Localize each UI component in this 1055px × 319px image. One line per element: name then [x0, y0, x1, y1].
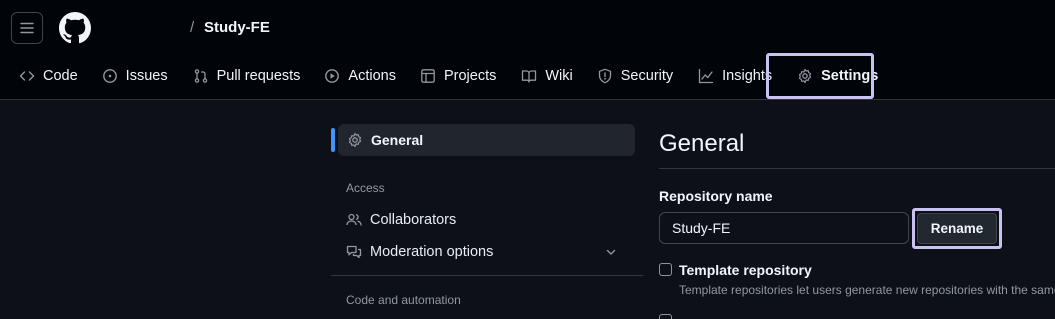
repository-name-input[interactable]: [659, 212, 909, 244]
tab-label: Pull requests: [216, 68, 301, 84]
tab-label: Security: [620, 68, 674, 84]
settings-tab-highlight: [766, 53, 874, 99]
tab-label: Wiki: [545, 68, 573, 84]
sidebar-heading-code-and-automation: Code and automation: [346, 293, 461, 307]
tab-label: Insights: [722, 68, 773, 84]
tab-label: Issues: [125, 68, 168, 84]
issue-circle-icon: [102, 69, 117, 83]
repo-tab-nav: Code Issues Pull requests Actions Projec…: [0, 56, 878, 96]
sidebar-item-moderation-options[interactable]: Moderation options: [346, 244, 630, 260]
hamburger-icon: [20, 22, 34, 34]
tab-pull-requests[interactable]: Pull requests: [193, 56, 301, 96]
tab-security[interactable]: Security: [597, 56, 673, 96]
sidebar-active-indicator: [331, 128, 335, 152]
title-divider: [659, 168, 1055, 169]
repo-header: / Study-FE Code Issues Pull requests Act…: [0, 0, 1055, 100]
breadcrumb-repo-link[interactable]: Study-FE: [204, 19, 270, 36]
people-icon: [346, 213, 362, 226]
rename-button-highlight: Rename: [912, 208, 1002, 249]
tab-wiki[interactable]: Wiki: [521, 56, 573, 96]
template-repository-checkbox[interactable]: [659, 263, 672, 276]
tab-projects[interactable]: Projects: [420, 56, 496, 96]
tab-actions[interactable]: Actions: [324, 56, 396, 96]
book-icon: [522, 70, 537, 83]
repository-name-label: Repository name: [659, 188, 773, 204]
sidebar-item-collaborators[interactable]: Collaborators: [346, 212, 630, 228]
code-icon: [19, 71, 35, 81]
page-title: General: [659, 130, 745, 157]
gear-icon: [348, 132, 362, 148]
sidebar-item-general[interactable]: General: [338, 124, 635, 156]
comment-discussion-icon: [346, 245, 362, 259]
tab-label: Code: [43, 68, 78, 84]
play-icon: [325, 69, 340, 83]
template-repository-help: Template repositories let users generate…: [679, 283, 1055, 297]
github-mark-icon[interactable]: [59, 12, 91, 44]
template-repository-label: Template repository: [679, 262, 812, 278]
chevron-down-icon[interactable]: [605, 246, 617, 258]
sidebar-item-label: General: [371, 132, 424, 148]
breadcrumb-separator: /: [190, 19, 195, 36]
sidebar-heading-access: Access: [346, 181, 385, 195]
tab-issues[interactable]: Issues: [102, 56, 168, 96]
rename-button[interactable]: Rename: [917, 213, 997, 244]
settings-checkbox[interactable]: [659, 314, 672, 319]
tab-code[interactable]: Code: [19, 56, 78, 96]
tab-insights[interactable]: Insights: [698, 56, 772, 96]
graph-icon: [699, 68, 714, 84]
table-icon: [421, 69, 435, 83]
tab-label: Actions: [348, 68, 396, 84]
sidebar-divider: [331, 275, 643, 276]
sidebar-item-label: Moderation options: [370, 244, 494, 260]
pull-request-icon: [194, 69, 207, 83]
shield-icon: [598, 68, 611, 84]
tab-label: Projects: [443, 68, 497, 84]
hamburger-menu-button[interactable]: [11, 12, 43, 44]
sidebar-item-label: Collaborators: [370, 212, 457, 228]
